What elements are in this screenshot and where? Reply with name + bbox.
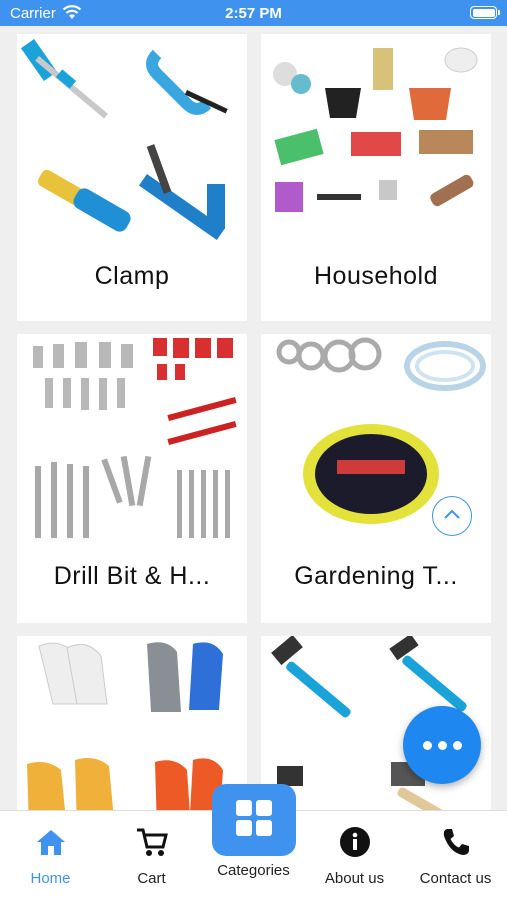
battery-icon	[470, 6, 500, 19]
tab-about-us[interactable]: About us	[304, 811, 405, 900]
scroll-to-top-button[interactable]	[432, 496, 472, 536]
category-card-clamp[interactable]: Clamp	[17, 34, 247, 321]
chevron-up-icon	[443, 507, 461, 525]
category-card-household[interactable]: Household	[261, 34, 491, 321]
more-dot-icon	[452, 740, 462, 750]
category-grid[interactable]: Clamp Household Drill Bit & H... Gardeni…	[0, 26, 507, 810]
category-label: Gardening T...	[294, 562, 458, 590]
clock: 2:57 PM	[225, 5, 282, 22]
tab-label: Contact us	[419, 870, 492, 887]
tab-label: Categories	[217, 862, 290, 879]
category-label: Household	[313, 262, 439, 290]
tab-cart[interactable]: Cart	[101, 811, 202, 900]
tab-categories[interactable]	[212, 784, 296, 856]
home-icon	[0, 825, 101, 859]
grid-icon	[234, 798, 274, 843]
category-card-drill-bit[interactable]: Drill Bit & H...	[17, 334, 247, 623]
gloves-image	[17, 636, 247, 810]
household-image	[261, 34, 491, 240]
tab-contact-us[interactable]: Contact us	[405, 811, 506, 900]
drill-bit-image	[17, 334, 247, 542]
category-card-gardening[interactable]: Gardening T...	[261, 334, 491, 623]
cart-icon	[101, 825, 202, 859]
tab-label: About us	[324, 870, 385, 887]
tab-label: Cart	[137, 870, 166, 887]
category-label: Clamp	[94, 262, 170, 290]
more-dot-icon	[422, 740, 432, 750]
phone-icon	[405, 825, 506, 859]
clamp-image	[17, 34, 247, 240]
more-dot-icon	[437, 740, 447, 750]
tab-home[interactable]: Home	[0, 811, 101, 900]
more-options-fab[interactable]	[403, 706, 481, 784]
tab-label: Home	[30, 870, 71, 887]
category-card-gloves[interactable]	[17, 636, 247, 810]
category-label: Drill Bit & H...	[53, 562, 211, 590]
info-icon	[304, 825, 405, 859]
status-bar: Carrier 2:57 PM	[0, 0, 507, 26]
